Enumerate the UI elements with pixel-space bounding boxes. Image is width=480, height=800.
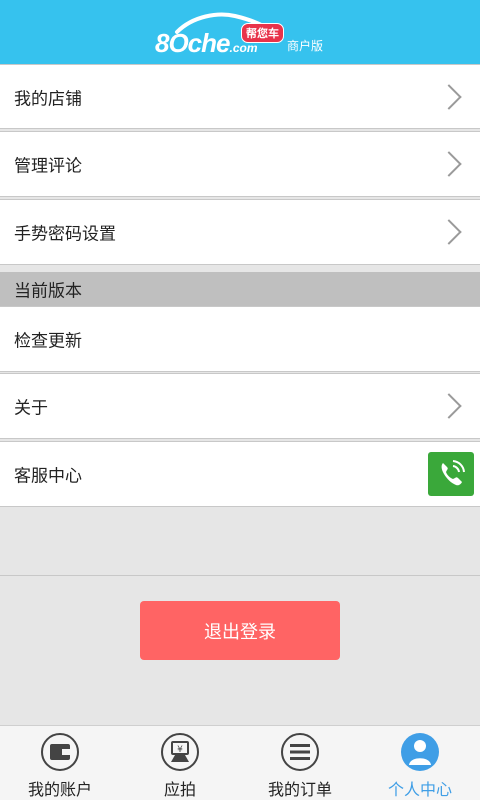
menu-item-label: 我的店铺 bbox=[14, 89, 82, 109]
menu-item-label: 客服中心 bbox=[14, 466, 82, 487]
app-logo: 8Oche.com 帮您车 商户版 bbox=[155, 10, 330, 58]
chevron-right-icon bbox=[436, 393, 462, 419]
app-header: 8Oche.com 帮您车 商户版 bbox=[0, 0, 480, 64]
menu-item-gesture-password[interactable]: 手势密码设置 bbox=[0, 199, 480, 265]
person-icon bbox=[401, 733, 439, 771]
menu-item-label: 管理评论 bbox=[14, 156, 82, 177]
tab-my-orders[interactable]: 我的订单 bbox=[240, 726, 360, 800]
tab-label: 我的订单 bbox=[267, 780, 332, 799]
phone-icon bbox=[441, 460, 465, 486]
list-icon bbox=[281, 733, 319, 771]
menu-item-customer-service[interactable]: 客服中心 bbox=[0, 441, 480, 507]
tab-label: 我的账户 bbox=[27, 780, 92, 799]
wallet-icon bbox=[41, 733, 79, 771]
logo-subtitle: 商户版 bbox=[287, 39, 324, 53]
menu-item-manage-reviews[interactable]: 管理评论 bbox=[0, 131, 480, 197]
menu-item-check-update[interactable]: 检查更新 bbox=[0, 306, 480, 372]
tab-personal-center[interactable]: 个人中心 bbox=[360, 726, 480, 800]
chevron-right-icon bbox=[436, 219, 462, 245]
bottom-tab-bar: 我的账户 ¥ 应拍 我的订单 个人中心 bbox=[0, 725, 480, 800]
section-header-version: 当前版本 bbox=[0, 272, 480, 306]
menu-item-label: 检查更新 bbox=[14, 331, 82, 352]
section-title: 当前版本 bbox=[14, 281, 82, 302]
tab-bid[interactable]: ¥ 应拍 bbox=[120, 726, 240, 800]
chevron-right-icon bbox=[436, 83, 462, 110]
menu-item-about[interactable]: 关于 bbox=[0, 373, 480, 439]
logo-badge: 帮您车 bbox=[241, 23, 284, 43]
tab-my-account[interactable]: 我的账户 bbox=[0, 726, 120, 800]
tab-label: 应拍 bbox=[163, 780, 196, 799]
bid-icon: ¥ bbox=[161, 733, 199, 771]
chevron-right-icon bbox=[436, 151, 462, 177]
logout-button[interactable]: 退出登录 bbox=[140, 601, 340, 660]
menu-item-label: 关于 bbox=[14, 398, 48, 419]
tab-label: 个人中心 bbox=[387, 780, 452, 799]
menu-item-label: 手势密码设置 bbox=[14, 224, 116, 245]
svg-text:¥: ¥ bbox=[177, 745, 183, 755]
phone-call-button[interactable] bbox=[428, 452, 474, 496]
menu-item-my-store[interactable]: 我的店铺 bbox=[0, 64, 480, 129]
divider bbox=[0, 575, 480, 576]
